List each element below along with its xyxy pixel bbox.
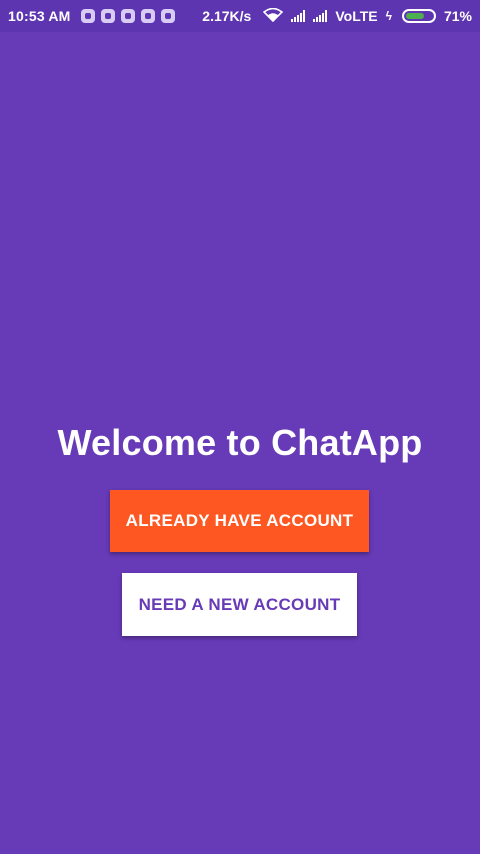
battery-fill bbox=[405, 13, 425, 19]
battery-icon bbox=[401, 9, 436, 23]
sim-icon bbox=[100, 9, 115, 23]
chat-icon bbox=[160, 9, 175, 23]
phone-icon bbox=[120, 9, 135, 23]
whatsapp-icon bbox=[140, 9, 155, 23]
network-type: VoLTE bbox=[335, 8, 378, 24]
network-speed: 2.17K/s bbox=[202, 8, 252, 24]
signal-strength-icon-2 bbox=[313, 10, 328, 22]
messenger-icon bbox=[80, 9, 95, 23]
status-time: 10:53 AM bbox=[8, 8, 71, 24]
status-bar: 10:53 AM 2.17K/s VoLTE ϟ 71% bbox=[0, 0, 480, 32]
status-bar-right: 2.17K/s VoLTE ϟ 71% bbox=[202, 0, 472, 32]
app-screen: 10:53 AM 2.17K/s VoLTE ϟ 71% Welcome to … bbox=[0, 0, 480, 854]
page-title: Welcome to ChatApp bbox=[57, 422, 423, 463]
status-bar-left: 10:53 AM bbox=[8, 0, 175, 32]
need-new-account-button[interactable]: NEED A NEW ACCOUNT bbox=[122, 573, 357, 636]
signal-strength-icon bbox=[291, 10, 306, 22]
battery-percent: 71% bbox=[443, 8, 472, 24]
wifi-icon bbox=[263, 7, 284, 25]
already-have-account-button[interactable]: ALREADY HAVE ACCOUNT bbox=[110, 490, 369, 552]
charging-icon: ϟ bbox=[385, 9, 392, 23]
